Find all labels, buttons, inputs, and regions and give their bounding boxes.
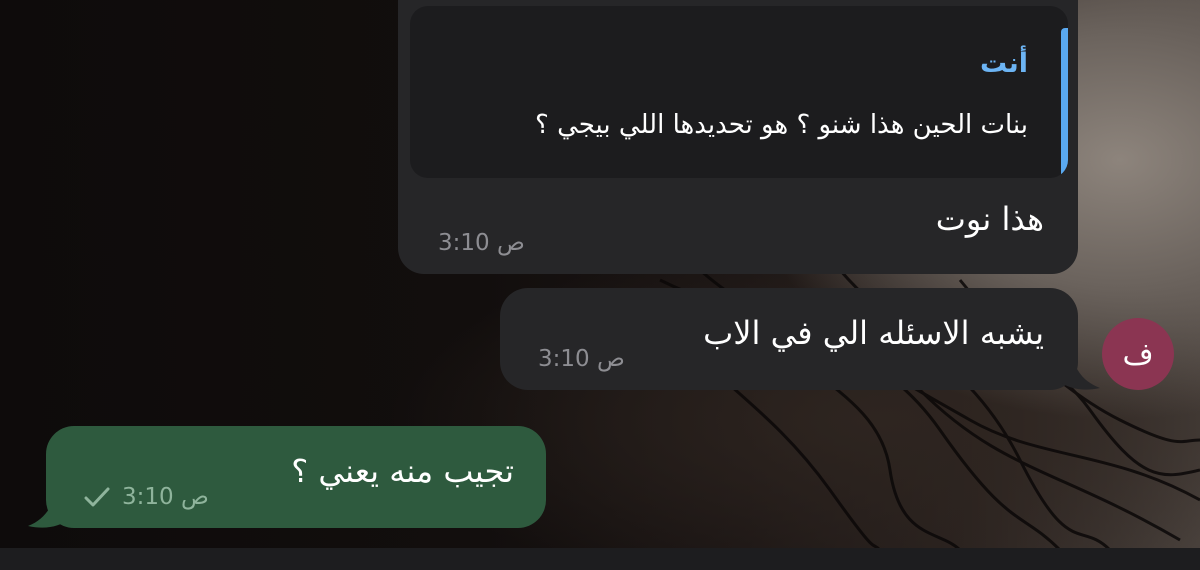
message-time: 3:10 ص: [438, 230, 525, 256]
chat-screen: أنت بنات الحين هذا شنو ؟ هو تحديدها اللي…: [0, 0, 1200, 570]
message-time: 3:10 ص: [122, 484, 209, 510]
quote-author: أنت: [980, 48, 1028, 79]
bubble-tail: [28, 488, 68, 528]
message-text: هذا نوت: [935, 200, 1044, 238]
quoted-message[interactable]: أنت بنات الحين هذا شنو ؟ هو تحديدها اللي…: [410, 6, 1068, 178]
outgoing-message-bubble[interactable]: تجيب منه يعني ؟ 3:10 ص: [46, 426, 546, 528]
bubble-tail: [1060, 352, 1100, 390]
check-icon: [84, 487, 110, 507]
quote-text: بنات الحين هذا شنو ؟ هو تحديدها اللي بيج…: [535, 110, 1028, 140]
message-text: تجيب منه يعني ؟: [291, 452, 514, 490]
message-text: يشبه الاسئله الي في الاب: [703, 314, 1044, 352]
incoming-message-bubble[interactable]: يشبه الاسئله الي في الاب 3:10 ص: [500, 288, 1078, 390]
quote-accent-bar: [1061, 28, 1068, 178]
message-time: 3:10 ص: [538, 346, 625, 372]
bottom-bar: [0, 548, 1200, 570]
reply-message-bubble[interactable]: أنت بنات الحين هذا شنو ؟ هو تحديدها اللي…: [398, 0, 1078, 274]
avatar[interactable]: ف: [1102, 318, 1174, 390]
